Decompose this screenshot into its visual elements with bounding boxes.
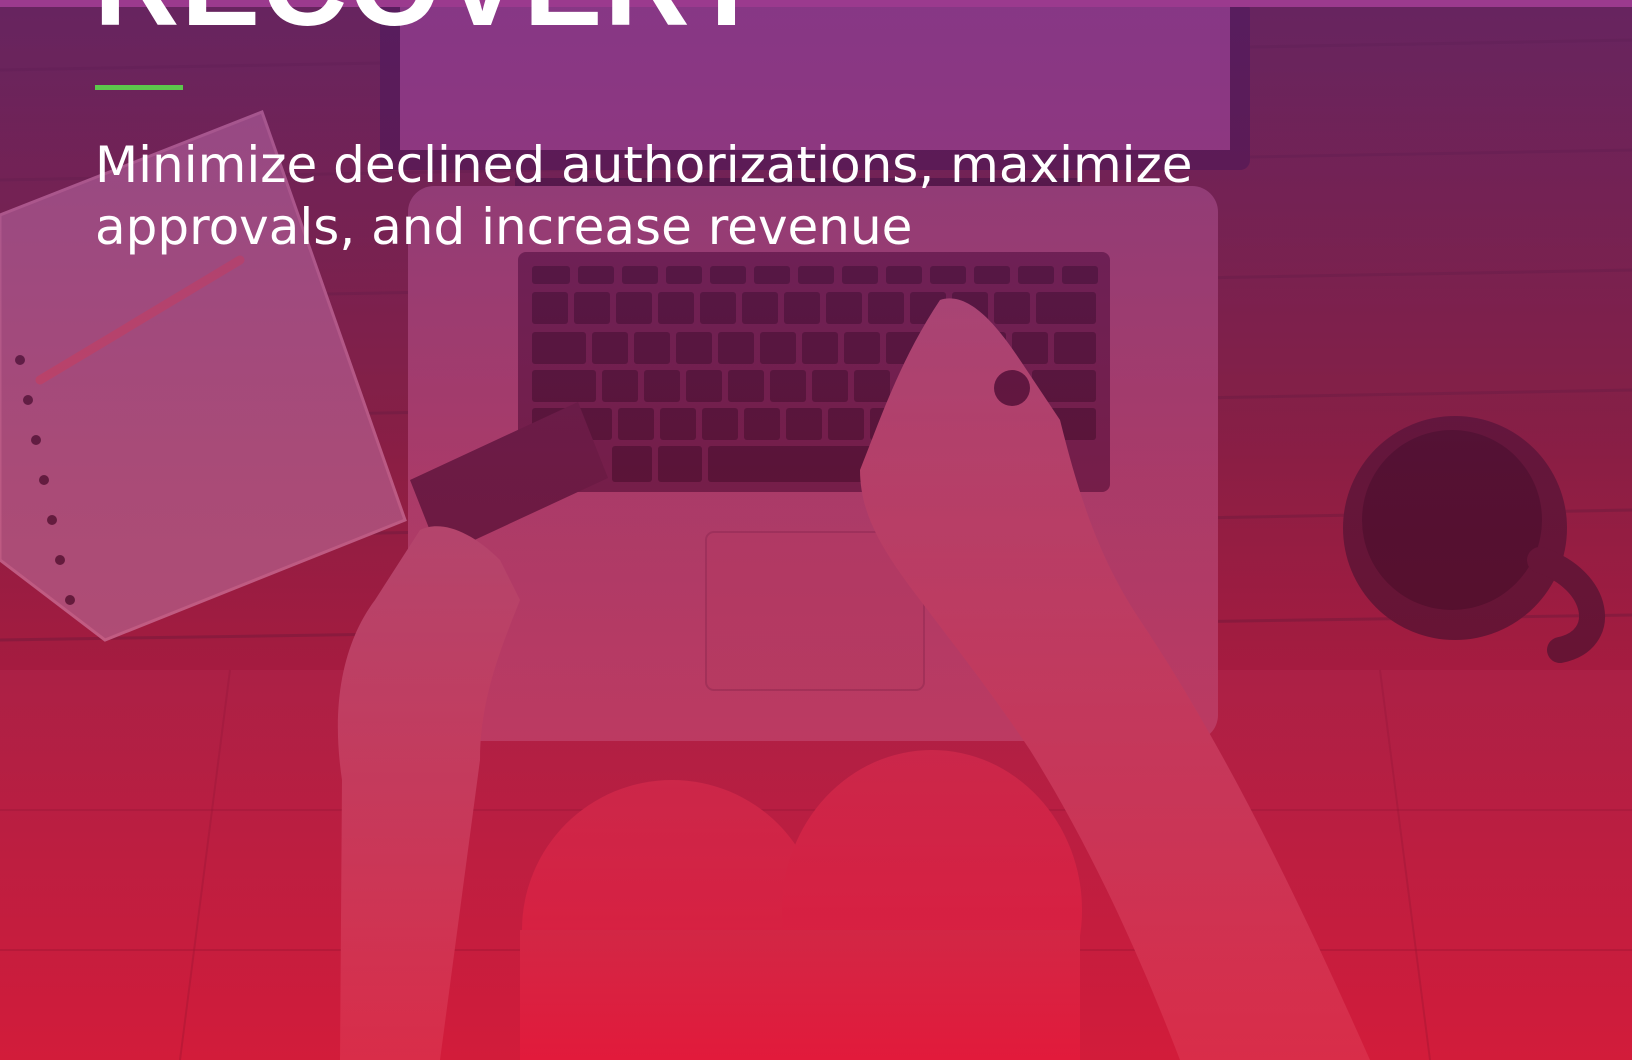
page-title: RECOVERY (94, 0, 768, 44)
hero-banner: RECOVERY Minimize declined authorization… (0, 0, 1632, 1060)
page-subtitle: Minimize declined authorizations, maximi… (95, 136, 1193, 256)
accent-rule (95, 85, 183, 90)
